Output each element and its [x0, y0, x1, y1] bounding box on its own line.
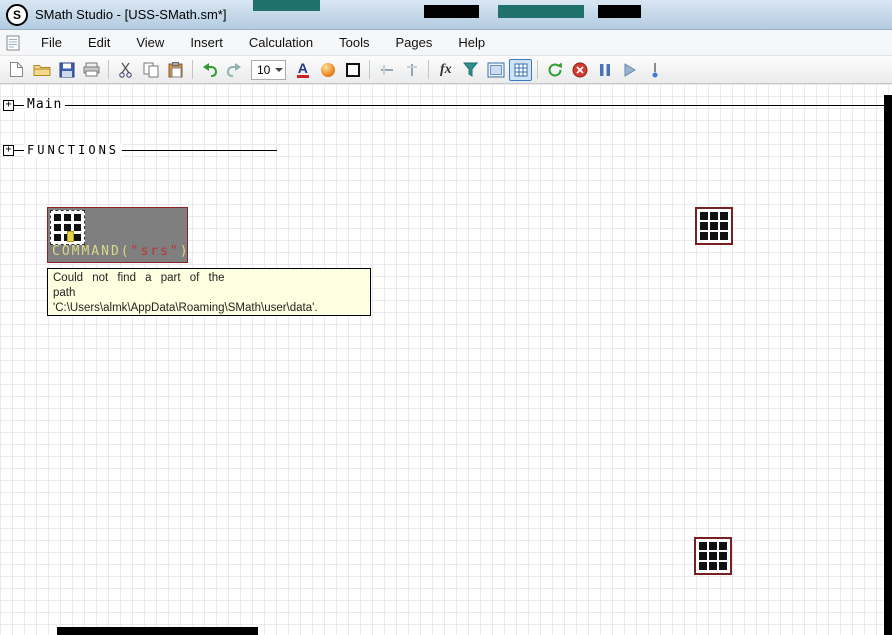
undo-icon[interactable]	[198, 59, 221, 81]
insert-picture-icon[interactable]	[484, 59, 507, 81]
smath-logo-icon: S	[6, 3, 28, 26]
copy-icon[interactable]	[139, 59, 162, 81]
section-expand-main[interactable]: +	[3, 100, 14, 111]
menu-help[interactable]: Help	[445, 32, 498, 54]
sphere-icon[interactable]	[316, 59, 339, 81]
redo-icon[interactable]	[223, 59, 246, 81]
redaction-block	[253, 0, 320, 11]
menu-bar: File Edit View Insert Calculation Tools …	[0, 30, 892, 56]
font-size-value: 10	[257, 62, 271, 77]
matrix-icon[interactable]	[695, 207, 733, 245]
string-argument: "srs"	[130, 244, 180, 259]
document-icon	[6, 35, 20, 51]
selected-expression-region[interactable]: COMMAND("srs")	[47, 207, 188, 263]
toolbar-separator	[369, 60, 371, 79]
menu-insert[interactable]: Insert	[177, 32, 236, 54]
toolbar-separator	[108, 60, 109, 79]
expression-text: COMMAND("srs")	[52, 244, 190, 259]
menu-file[interactable]: File	[28, 32, 75, 54]
text-cursor	[67, 231, 74, 242]
menu-edit[interactable]: Edit	[75, 32, 123, 54]
redaction-block	[424, 5, 479, 18]
section-label-functions: FUNCTIONS	[24, 143, 123, 157]
new-document-icon[interactable]	[5, 59, 28, 81]
redaction-block	[57, 627, 258, 635]
font-color-icon[interactable]: A	[291, 59, 314, 81]
toolbar-separator	[192, 60, 193, 79]
section-expand-functions[interactable]: +	[3, 145, 14, 156]
window-title: SMath Studio - [USS-SMath.sm*]	[35, 7, 227, 22]
function-name: COMMAND	[52, 244, 121, 259]
toolbar-separator	[428, 60, 430, 79]
menu-view[interactable]: View	[123, 32, 177, 54]
title-bar[interactable]: S SMath Studio - [USS-SMath.sm*]	[0, 0, 892, 30]
show-grid-toggle[interactable]	[509, 58, 533, 81]
save-icon[interactable]	[55, 59, 78, 81]
insert-function-icon[interactable]: fx	[434, 59, 457, 81]
tooltip-line: Could not find a part of the	[53, 272, 225, 284]
redaction-block	[498, 5, 584, 18]
redaction-block	[598, 5, 641, 18]
tooltip-line: 'C:\Users\almk\AppData\Roaming\SMath\use…	[53, 302, 318, 314]
recalculate-icon[interactable]	[543, 59, 566, 81]
bordered-square-icon[interactable]	[341, 59, 364, 81]
run-icon[interactable]	[618, 59, 641, 81]
horizontal-separator-icon[interactable]	[375, 59, 398, 81]
menu-pages[interactable]: Pages	[383, 32, 446, 54]
cut-icon[interactable]	[114, 59, 137, 81]
insert-unit-funnel-icon[interactable]	[459, 59, 482, 81]
matrix-icon[interactable]	[694, 537, 732, 575]
open-folder-icon[interactable]	[30, 59, 53, 81]
error-tooltip: Could not find a part of the path 'C:\Us…	[47, 268, 371, 316]
tooltip-line: path	[53, 287, 76, 299]
debug-step-icon[interactable]	[643, 59, 666, 81]
font-size-select[interactable]: 10	[251, 59, 287, 80]
toolbar: 10 A fx	[0, 56, 892, 84]
section-divider-main	[14, 105, 884, 106]
open-paren: (	[120, 244, 131, 259]
toolbar-separator	[537, 60, 539, 79]
paste-icon[interactable]	[164, 59, 187, 81]
vertical-separator-icon[interactable]	[400, 59, 423, 81]
page-boundary	[884, 95, 892, 635]
chevron-down-icon	[275, 67, 284, 72]
worksheet-canvas[interactable]: + Main + FUNCTIONS COMMAND("srs") Could …	[0, 84, 892, 635]
menu-tools[interactable]: Tools	[326, 32, 382, 54]
interrupt-icon[interactable]	[568, 59, 591, 81]
menu-calculation[interactable]: Calculation	[236, 32, 326, 54]
application-window: S SMath Studio - [USS-SMath.sm*] File Ed…	[0, 0, 892, 635]
print-icon[interactable]	[80, 59, 103, 81]
close-paren: )	[179, 244, 190, 259]
pause-icon[interactable]	[593, 59, 616, 81]
section-label-main: Main	[24, 97, 66, 112]
